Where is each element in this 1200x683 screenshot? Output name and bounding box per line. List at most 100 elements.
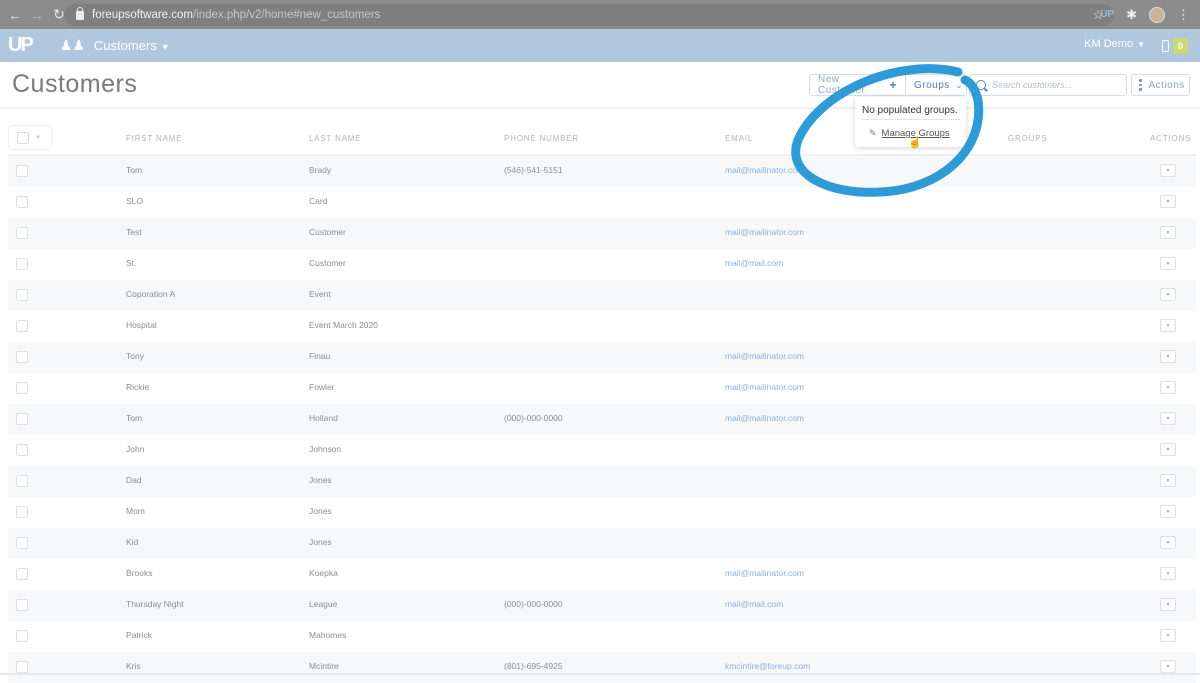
row-checkbox[interactable]: [16, 227, 28, 239]
row-actions-dropdown[interactable]: ▼: [1160, 536, 1176, 549]
table-row[interactable]: Tom Brady (546)-541-5151 mail@mailinator.co…: [8, 156, 1196, 187]
column-header-groups[interactable]: GROUPS: [1008, 134, 1047, 143]
column-header-first-name[interactable]: FIRST NAME: [126, 134, 182, 143]
row-checkbox[interactable]: [16, 320, 28, 332]
row-checkbox[interactable]: [16, 475, 28, 487]
last-name-cell: Customer: [309, 227, 346, 237]
table-row[interactable]: Rickie Fowler mail@mailinator.com ▼: [8, 373, 1196, 404]
email-link[interactable]: mail@mailinator.com: [725, 568, 804, 578]
notifications-button[interactable]: 0: [1161, 36, 1188, 55]
row-checkbox[interactable]: [16, 630, 28, 642]
row-checkbox[interactable]: [16, 506, 28, 518]
table-row[interactable]: Mom Jones ▼: [8, 497, 1196, 528]
row-actions-dropdown[interactable]: ▼: [1160, 350, 1176, 363]
email-link[interactable]: mail@mail.com: [725, 258, 783, 268]
first-name-cell: Dad: [126, 475, 142, 485]
last-name-cell: Mcintire: [309, 661, 339, 671]
column-header-email[interactable]: EMAIL: [725, 134, 753, 143]
first-name-cell: Test: [126, 227, 142, 237]
row-actions-dropdown[interactable]: ▼: [1160, 226, 1176, 239]
groups-dropdown-button[interactable]: Groups ⌄: [906, 75, 966, 95]
foreup-logo[interactable]: UP: [8, 34, 34, 57]
row-checkbox[interactable]: [16, 165, 28, 177]
row-checkbox[interactable]: [16, 661, 28, 673]
table-row[interactable]: Thursday Night League (000)-000-0000 mail@m…: [8, 590, 1196, 621]
row-actions-dropdown[interactable]: ▼: [1160, 505, 1176, 518]
row-actions-dropdown[interactable]: ▼: [1160, 381, 1176, 394]
table-row[interactable]: Hospital Event March 2020 ▼: [8, 311, 1196, 342]
email-link[interactable]: mail@mailinator.com: [725, 382, 804, 392]
row-actions-dropdown[interactable]: ▼: [1160, 288, 1176, 301]
module-menu[interactable]: Customers ▼: [94, 38, 170, 53]
profile-avatar[interactable]: [1149, 6, 1165, 23]
row-checkbox[interactable]: [16, 537, 28, 549]
caret-down-icon: ▼: [1165, 446, 1171, 453]
table-row[interactable]: John Johnson ▼: [8, 435, 1196, 466]
table-row[interactable]: Brooks Koepka mail@mailinator.com ▼: [8, 559, 1196, 590]
last-name-cell: Event: [309, 289, 331, 299]
search-input[interactable]: [992, 80, 1122, 90]
row-actions-dropdown[interactable]: ▼: [1160, 195, 1176, 208]
forward-arrow-icon[interactable]: →: [26, 7, 48, 23]
extension-up-icon[interactable]: UP: [1100, 9, 1114, 20]
new-customer-label: New Customer: [818, 74, 866, 96]
browser-menu-icon[interactable]: ⋮: [1177, 7, 1190, 23]
table-row[interactable]: SLO Card ▼: [8, 187, 1196, 218]
table-row[interactable]: Dad Jones ▼: [8, 466, 1196, 497]
row-actions-dropdown[interactable]: ▼: [1160, 474, 1176, 487]
row-checkbox[interactable]: [16, 196, 28, 208]
row-checkbox[interactable]: [16, 351, 28, 363]
email-link[interactable]: mail@mailinator.com: [725, 351, 804, 361]
email-link[interactable]: kmcintire@foreup.com: [725, 661, 810, 671]
first-name-cell: John: [126, 444, 145, 454]
table-row[interactable]: Patrick Mahomes ▼: [8, 621, 1196, 652]
table-row[interactable]: Tom Holland (000)-000-0000 mail@mailinator.…: [8, 404, 1196, 435]
user-menu[interactable]: KM Demo ▼: [1084, 38, 1145, 50]
row-actions-dropdown[interactable]: ▼: [1160, 660, 1176, 673]
address-bar[interactable]: foreupsoftware.com/index.php/v2/home#new…: [64, 4, 1114, 26]
email-link[interactable]: mail@mailinator.com: [725, 227, 804, 237]
actions-button[interactable]: Actions: [1131, 74, 1190, 96]
row-checkbox[interactable]: [16, 599, 28, 611]
row-actions-dropdown[interactable]: ▼: [1160, 164, 1176, 177]
first-name-cell: Coporation A: [126, 289, 176, 299]
table-row[interactable]: St. Customer mail@mail.com ▼: [8, 249, 1196, 280]
caret-down-icon: ▼: [1165, 477, 1171, 484]
notification-badge: 0: [1172, 37, 1188, 54]
extensions-puzzle-icon[interactable]: ✱: [1126, 7, 1137, 23]
new-customer-button[interactable]: New Customer +: [810, 74, 906, 96]
row-actions-dropdown[interactable]: ▼: [1160, 257, 1176, 270]
row-actions-dropdown[interactable]: ▼: [1160, 598, 1176, 611]
row-actions-dropdown[interactable]: ▼: [1160, 443, 1176, 456]
email-link[interactable]: mail@mailinator.com: [725, 165, 804, 175]
select-all-checkbox[interactable]: [17, 131, 29, 144]
row-checkbox[interactable]: [16, 444, 28, 456]
app-header: UP ♟♟ Customers ▼ KM Demo ▼ 0: [0, 29, 1200, 62]
table-row[interactable]: Coporation A Event ▼: [8, 280, 1196, 311]
first-name-cell: Tom: [126, 413, 143, 423]
table-row[interactable]: Tony Finau mail@mailinator.com ▼: [8, 342, 1196, 373]
column-header-last-name[interactable]: LAST NAME: [309, 134, 361, 143]
row-checkbox[interactable]: [16, 258, 28, 270]
row-checkbox[interactable]: [16, 289, 28, 301]
row-actions-dropdown[interactable]: ▼: [1160, 319, 1176, 332]
table-row[interactable]: Test Customer mail@mailinator.com ▼: [8, 218, 1196, 249]
row-actions-dropdown[interactable]: ▼: [1160, 567, 1176, 580]
column-header-phone[interactable]: PHONE NUMBER: [504, 134, 579, 143]
plus-icon: +: [889, 78, 897, 92]
select-all-dropdown[interactable]: ▼: [8, 125, 52, 150]
email-link[interactable]: mail@mail.com: [725, 599, 783, 609]
customers-table: ▼ FIRST NAME LAST NAME PHONE NUMBER EMAI…: [8, 120, 1196, 683]
row-checkbox[interactable]: [16, 413, 28, 425]
back-arrow-icon[interactable]: ←: [4, 7, 26, 23]
phone-cell: (000)-000-0000: [504, 599, 563, 609]
table-row[interactable]: Kris Mcintire (801)-695-4925 kmcintire@fore…: [8, 652, 1196, 683]
row-checkbox[interactable]: [16, 382, 28, 394]
url-path: /index.php/v2/home#new_customers: [193, 9, 381, 21]
row-actions-dropdown[interactable]: ▼: [1160, 629, 1176, 642]
row-actions-dropdown[interactable]: ▼: [1160, 412, 1176, 425]
table-row[interactable]: Kid Jones ▼: [8, 528, 1196, 559]
row-checkbox[interactable]: [16, 568, 28, 580]
email-link[interactable]: mail@mailinator.com: [725, 413, 804, 423]
caret-down-icon: ▼: [1165, 291, 1171, 298]
